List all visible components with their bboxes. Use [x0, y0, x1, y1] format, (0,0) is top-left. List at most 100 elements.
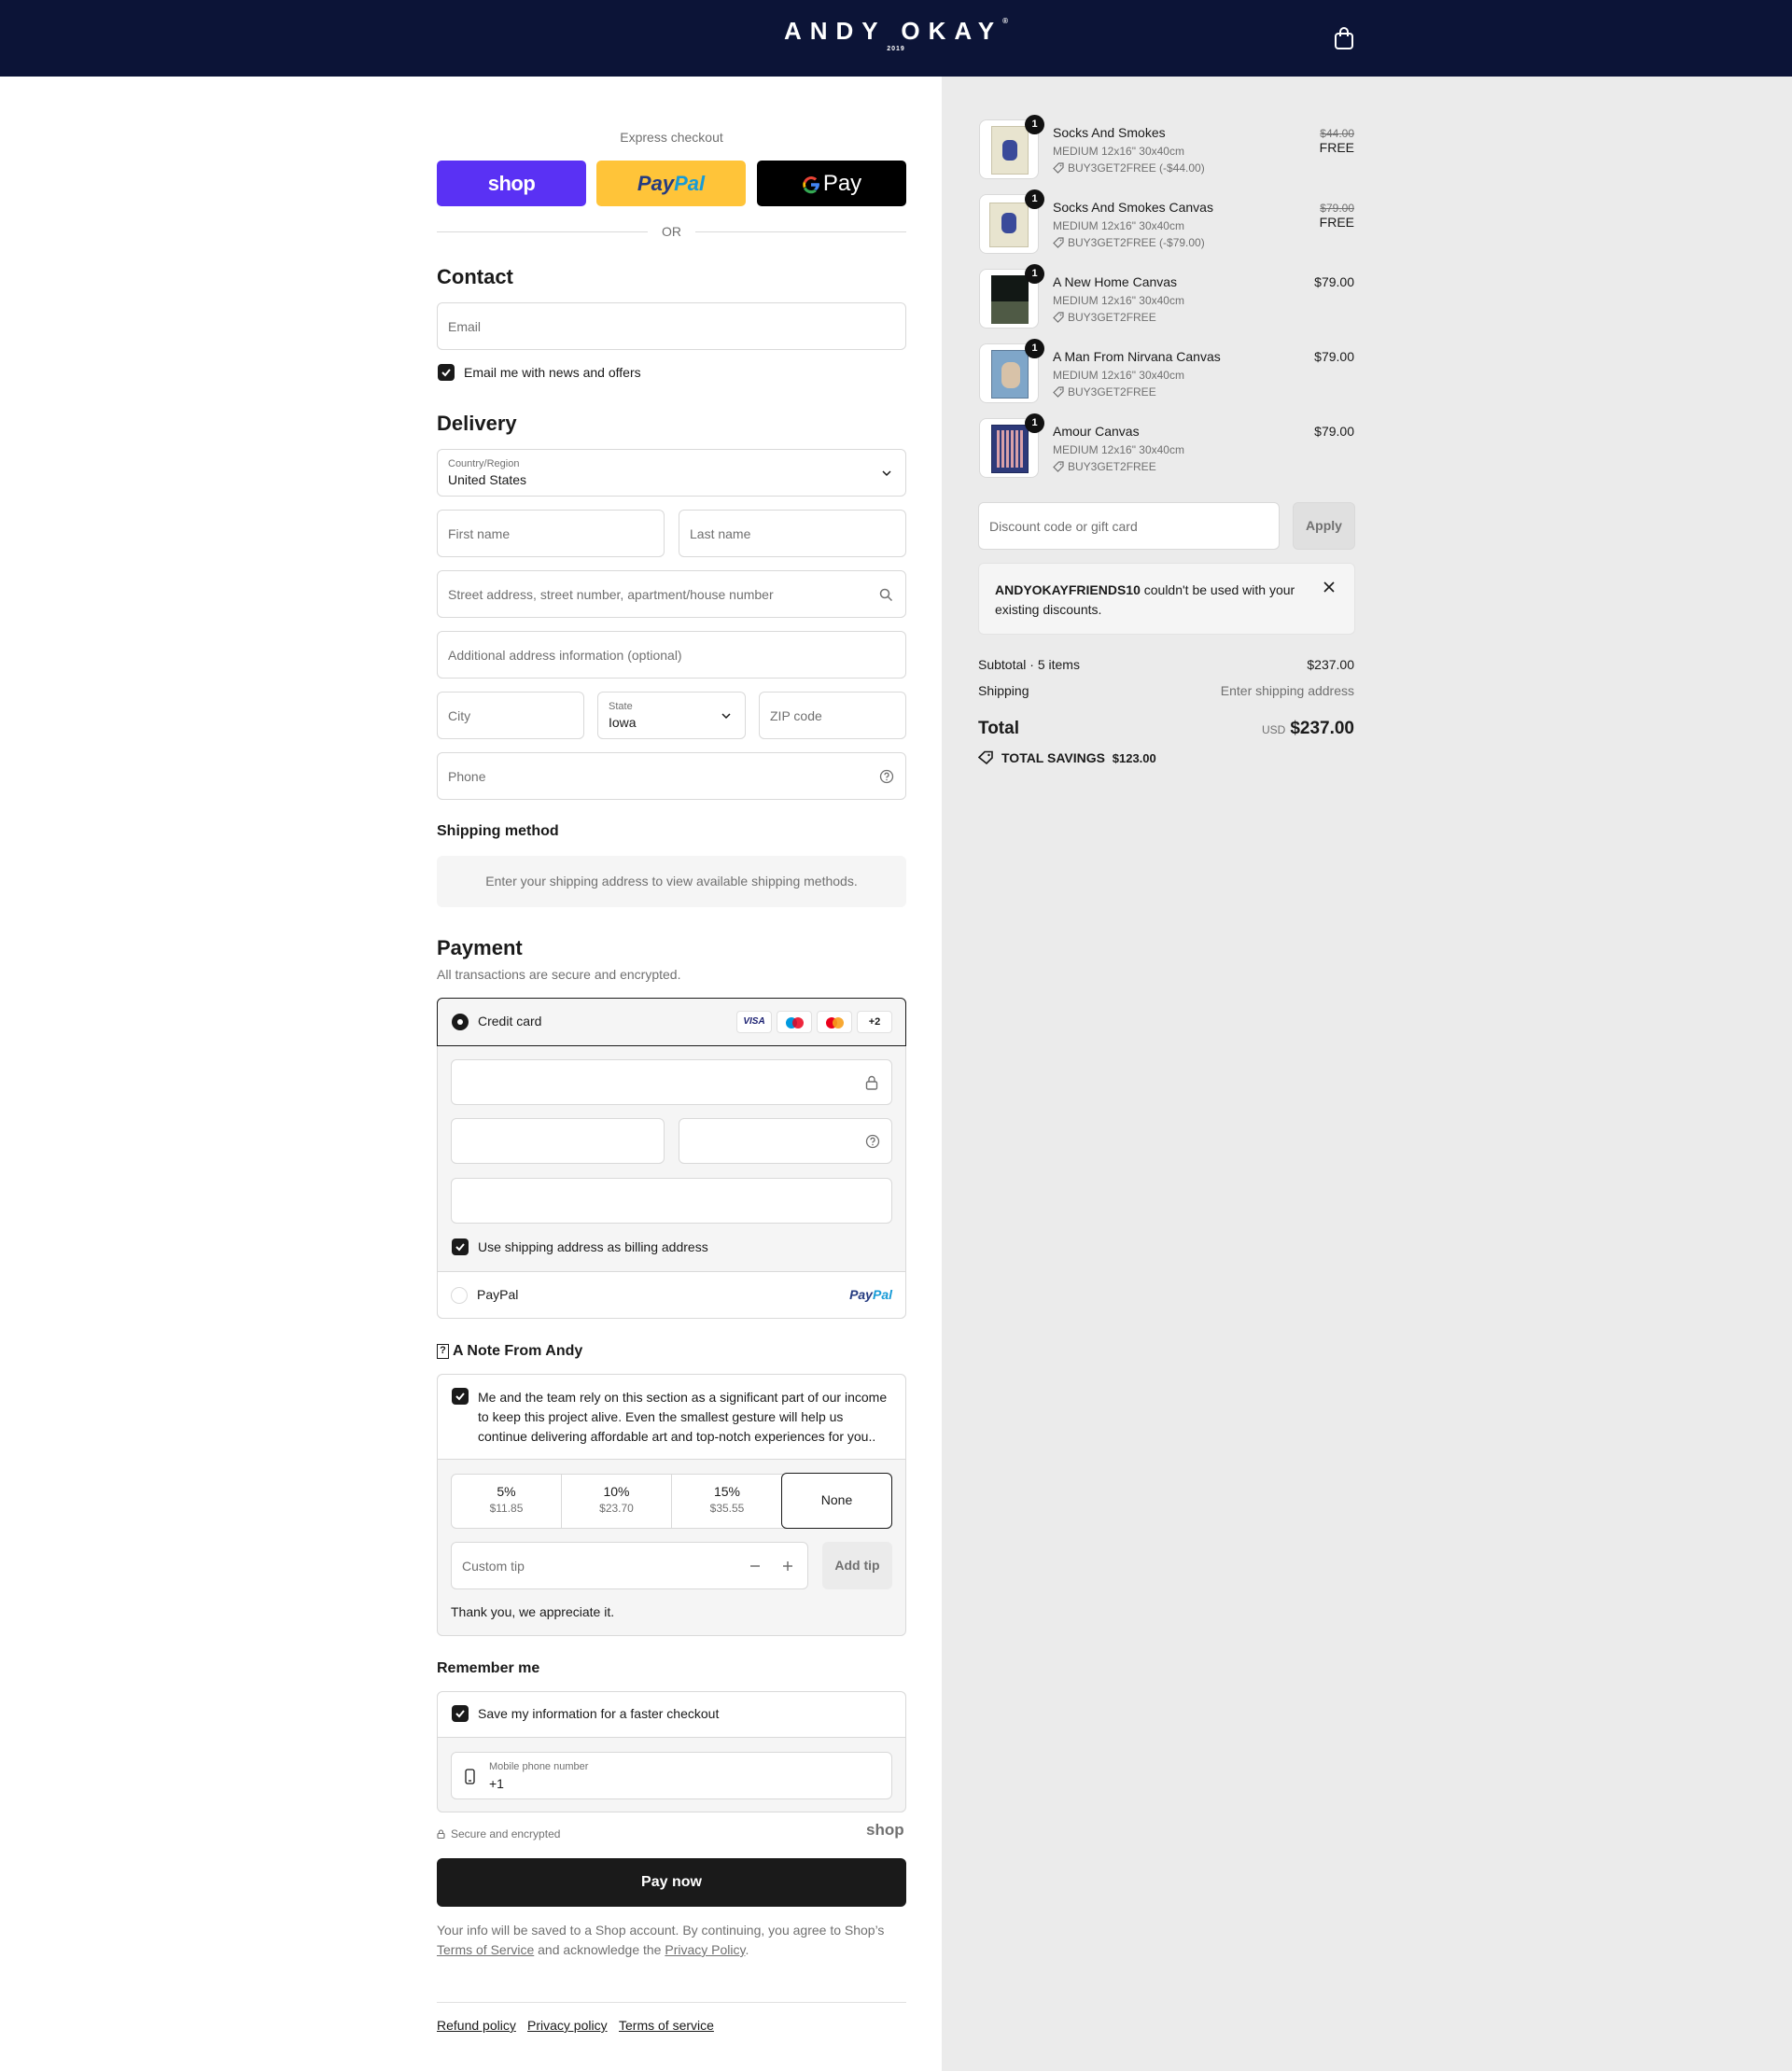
security-code-field[interactable]: [679, 1118, 892, 1164]
mobile-phone-field[interactable]: Mobile phone number +1: [451, 1752, 892, 1799]
email-field[interactable]: Email: [437, 302, 906, 350]
city-field[interactable]: City: [437, 692, 584, 739]
additional-address-field[interactable]: Additional address information (optional…: [437, 631, 906, 679]
quantity-badge: 1: [1025, 189, 1044, 209]
paypal-logo-pal: Pal: [674, 172, 706, 195]
shipping-notice: Enter your shipping address to view avai…: [437, 856, 906, 907]
item-name: Socks And Smokes Canvas: [1053, 200, 1213, 215]
last-name-field[interactable]: Last name: [679, 510, 906, 557]
payment-subtitle: All transactions are secure and encrypte…: [437, 967, 681, 982]
secure-label: Secure and encrypted: [451, 1827, 561, 1840]
news-label: Email me with news and offers: [464, 365, 641, 380]
tip-option-15[interactable]: 15% $35.55: [672, 1474, 782, 1529]
help-circle-icon[interactable]: [879, 769, 894, 784]
street-address-field[interactable]: Street address, street number, apartment…: [437, 570, 906, 618]
close-icon[interactable]: [1323, 581, 1335, 593]
refund-policy-link[interactable]: Refund policy: [437, 2018, 516, 2033]
save-info-label: Save my information for a faster checkou…: [478, 1706, 720, 1721]
credit-card-option[interactable]: Credit card VISA +2: [437, 998, 906, 1046]
state-select[interactable]: State Iowa: [597, 692, 746, 739]
tip-percent: 5%: [497, 1484, 516, 1499]
google-g-icon: [803, 176, 819, 194]
tip-option-5[interactable]: 5% $11.85: [452, 1474, 562, 1529]
delivery-heading: Delivery: [437, 412, 517, 435]
tip-percent: 10%: [603, 1484, 630, 1499]
paypal-button[interactable]: PayPal: [596, 161, 746, 206]
mastercard-icon: [817, 1011, 852, 1033]
country-select[interactable]: Country/Region United States: [437, 449, 906, 497]
privacy-link[interactable]: Privacy Policy: [665, 1942, 745, 1957]
item-name: Socks And Smokes: [1053, 125, 1166, 140]
original-price: $44.00: [1320, 127, 1354, 140]
news-checkbox[interactable]: [438, 364, 455, 381]
total-savings: TOTAL SAVINGS $123.00: [1001, 750, 1156, 765]
item-name: A New Home Canvas: [1053, 274, 1178, 289]
quantity-badge: 1: [1025, 264, 1044, 284]
contact-heading: Contact: [437, 265, 513, 288]
item-name: Amour Canvas: [1053, 424, 1140, 439]
more-cards-badge: +2: [857, 1011, 892, 1033]
tip-percent: 15%: [713, 1484, 741, 1499]
billing-checkbox[interactable]: [452, 1238, 469, 1255]
total-value: $237.00: [1290, 719, 1354, 738]
paypal-option[interactable]: PayPal PayPal: [438, 1271, 905, 1318]
tag-icon: [1053, 237, 1064, 248]
first-name-field[interactable]: First name: [437, 510, 665, 557]
lock-icon: [865, 1075, 878, 1090]
savings-label: TOTAL SAVINGS: [1001, 750, 1105, 765]
savings-value: $123.00: [1112, 751, 1156, 765]
additional-placeholder: Additional address information (optional…: [448, 647, 682, 663]
discount-error-text: ANDYOKAYFRIENDS10 couldn't be used with …: [995, 582, 1295, 617]
tip-amount: $35.55: [709, 1502, 745, 1515]
item-name: A Man From Nirvana Canvas: [1053, 349, 1221, 364]
shop-logo: shop: [866, 1821, 904, 1839]
divider: [437, 231, 648, 232]
quantity-badge: 1: [1025, 413, 1044, 433]
shopping-bag-icon[interactable]: [1333, 26, 1355, 50]
brand-logo[interactable]: ANDY OKAY® 2019: [0, 17, 1792, 52]
expiration-date-field[interactable]: [451, 1118, 665, 1164]
credit-card-radio[interactable]: [452, 1014, 469, 1030]
discount-error-banner: ANDYOKAYFRIENDS10 couldn't be used with …: [978, 563, 1355, 635]
add-tip-button[interactable]: Add tip: [822, 1542, 892, 1589]
shipping-value: Enter shipping address: [1220, 683, 1354, 698]
phone-field[interactable]: Phone: [437, 752, 906, 800]
plus-icon[interactable]: [782, 1560, 793, 1572]
card-number-field[interactable]: [451, 1059, 892, 1105]
google-pay-button[interactable]: Pay: [757, 161, 906, 206]
apply-discount-button[interactable]: Apply: [1293, 502, 1355, 550]
name-on-card-field[interactable]: [451, 1178, 892, 1224]
item-price: $79.00: [1314, 349, 1354, 364]
shop-pay-button[interactable]: shop: [437, 161, 586, 206]
tag-icon: [978, 750, 993, 764]
quantity-badge: 1: [1025, 115, 1044, 134]
checkmark-icon: [441, 369, 451, 377]
pay-now-button[interactable]: Pay now: [437, 1858, 906, 1907]
billing-label: Use shipping address as billing address: [478, 1239, 708, 1254]
minus-icon[interactable]: [749, 1560, 761, 1572]
top-bar: ANDY OKAY® 2019: [0, 0, 1792, 77]
tip-option-10[interactable]: 10% $23.70: [562, 1474, 672, 1529]
terms-link[interactable]: Terms of Service: [437, 1942, 534, 1957]
item-discount: BUY3GET2FREE: [1053, 311, 1156, 324]
tip-option-none[interactable]: None: [781, 1473, 892, 1529]
zip-field[interactable]: ZIP code: [759, 692, 906, 739]
mobile-phone-icon: [465, 1769, 475, 1784]
terms-of-service-link[interactable]: Terms of service: [619, 2018, 714, 2033]
paypal-logo-pay: Pay: [637, 172, 675, 195]
note-checkbox[interactable]: [452, 1388, 469, 1405]
street-placeholder: Street address, street number, apartment…: [448, 586, 774, 602]
paypal-logo-pay: Pay: [849, 1287, 873, 1302]
save-info-checkbox[interactable]: [452, 1705, 469, 1722]
note-heading: A Note From Andy: [453, 1343, 583, 1359]
tip-amount: $23.70: [599, 1502, 634, 1515]
paypal-radio[interactable]: [451, 1287, 468, 1304]
custom-tip-field[interactable]: Custom tip: [451, 1542, 808, 1589]
express-checkout-label: Express checkout: [620, 130, 723, 145]
subtotal-value: $237.00: [1307, 657, 1354, 672]
tag-icon: [1053, 461, 1064, 472]
chevron-down-icon: [882, 469, 891, 476]
privacy-policy-link[interactable]: Privacy policy: [527, 2018, 608, 2033]
discount-code-field[interactable]: Discount code or gift card: [978, 502, 1280, 550]
help-circle-icon[interactable]: [865, 1134, 880, 1149]
